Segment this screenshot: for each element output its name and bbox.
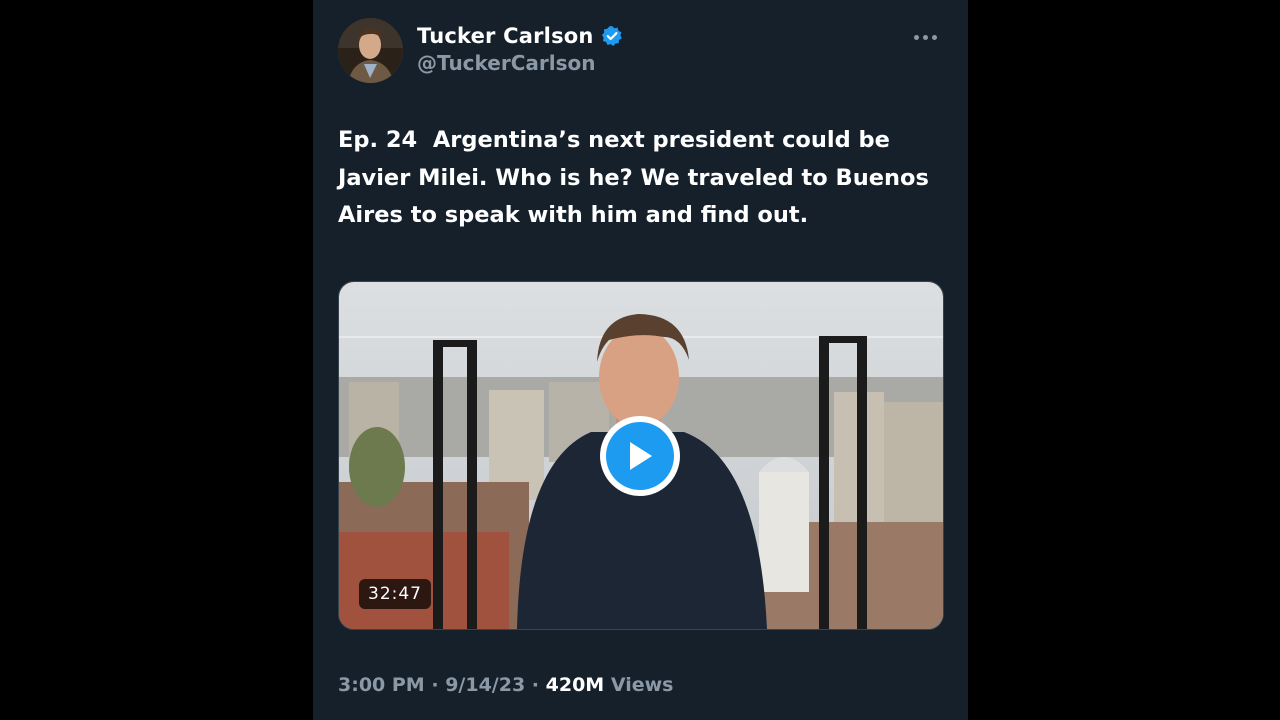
play-button[interactable] [600, 416, 680, 496]
stage: Tucker Carlson @TuckerCarlson Ep. 24 Arg… [0, 0, 1280, 720]
author-display-name[interactable]: Tucker Carlson [417, 24, 594, 48]
verified-badge-icon [601, 25, 623, 47]
avatar[interactable] [338, 18, 403, 83]
author-handle[interactable]: @TuckerCarlson [417, 51, 596, 75]
views-label: Views [610, 674, 674, 696]
video-thumbnail[interactable]: 32:47 [338, 281, 944, 630]
more-options-icon[interactable] [905, 26, 945, 48]
more-dot [913, 34, 919, 40]
meta-separator: · [431, 674, 439, 696]
video-duration: 32:47 [359, 579, 431, 609]
tweet-card: Tucker Carlson @TuckerCarlson Ep. 24 Arg… [313, 0, 968, 720]
tweet-time[interactable]: 3:00 PM [338, 674, 425, 696]
views-count: 420M [545, 674, 605, 696]
tweet-text: Ep. 24 Argentina’s next president could … [338, 127, 937, 228]
play-icon [606, 422, 674, 490]
more-dot [922, 34, 928, 40]
author-name-row: Tucker Carlson [417, 21, 623, 51]
tweet-date[interactable]: 9/14/23 [445, 674, 525, 696]
more-dot [931, 34, 937, 40]
meta-separator: · [531, 674, 540, 696]
tweet-meta: 3:00 PM · 9/14/23 · 420M Views [338, 674, 673, 696]
